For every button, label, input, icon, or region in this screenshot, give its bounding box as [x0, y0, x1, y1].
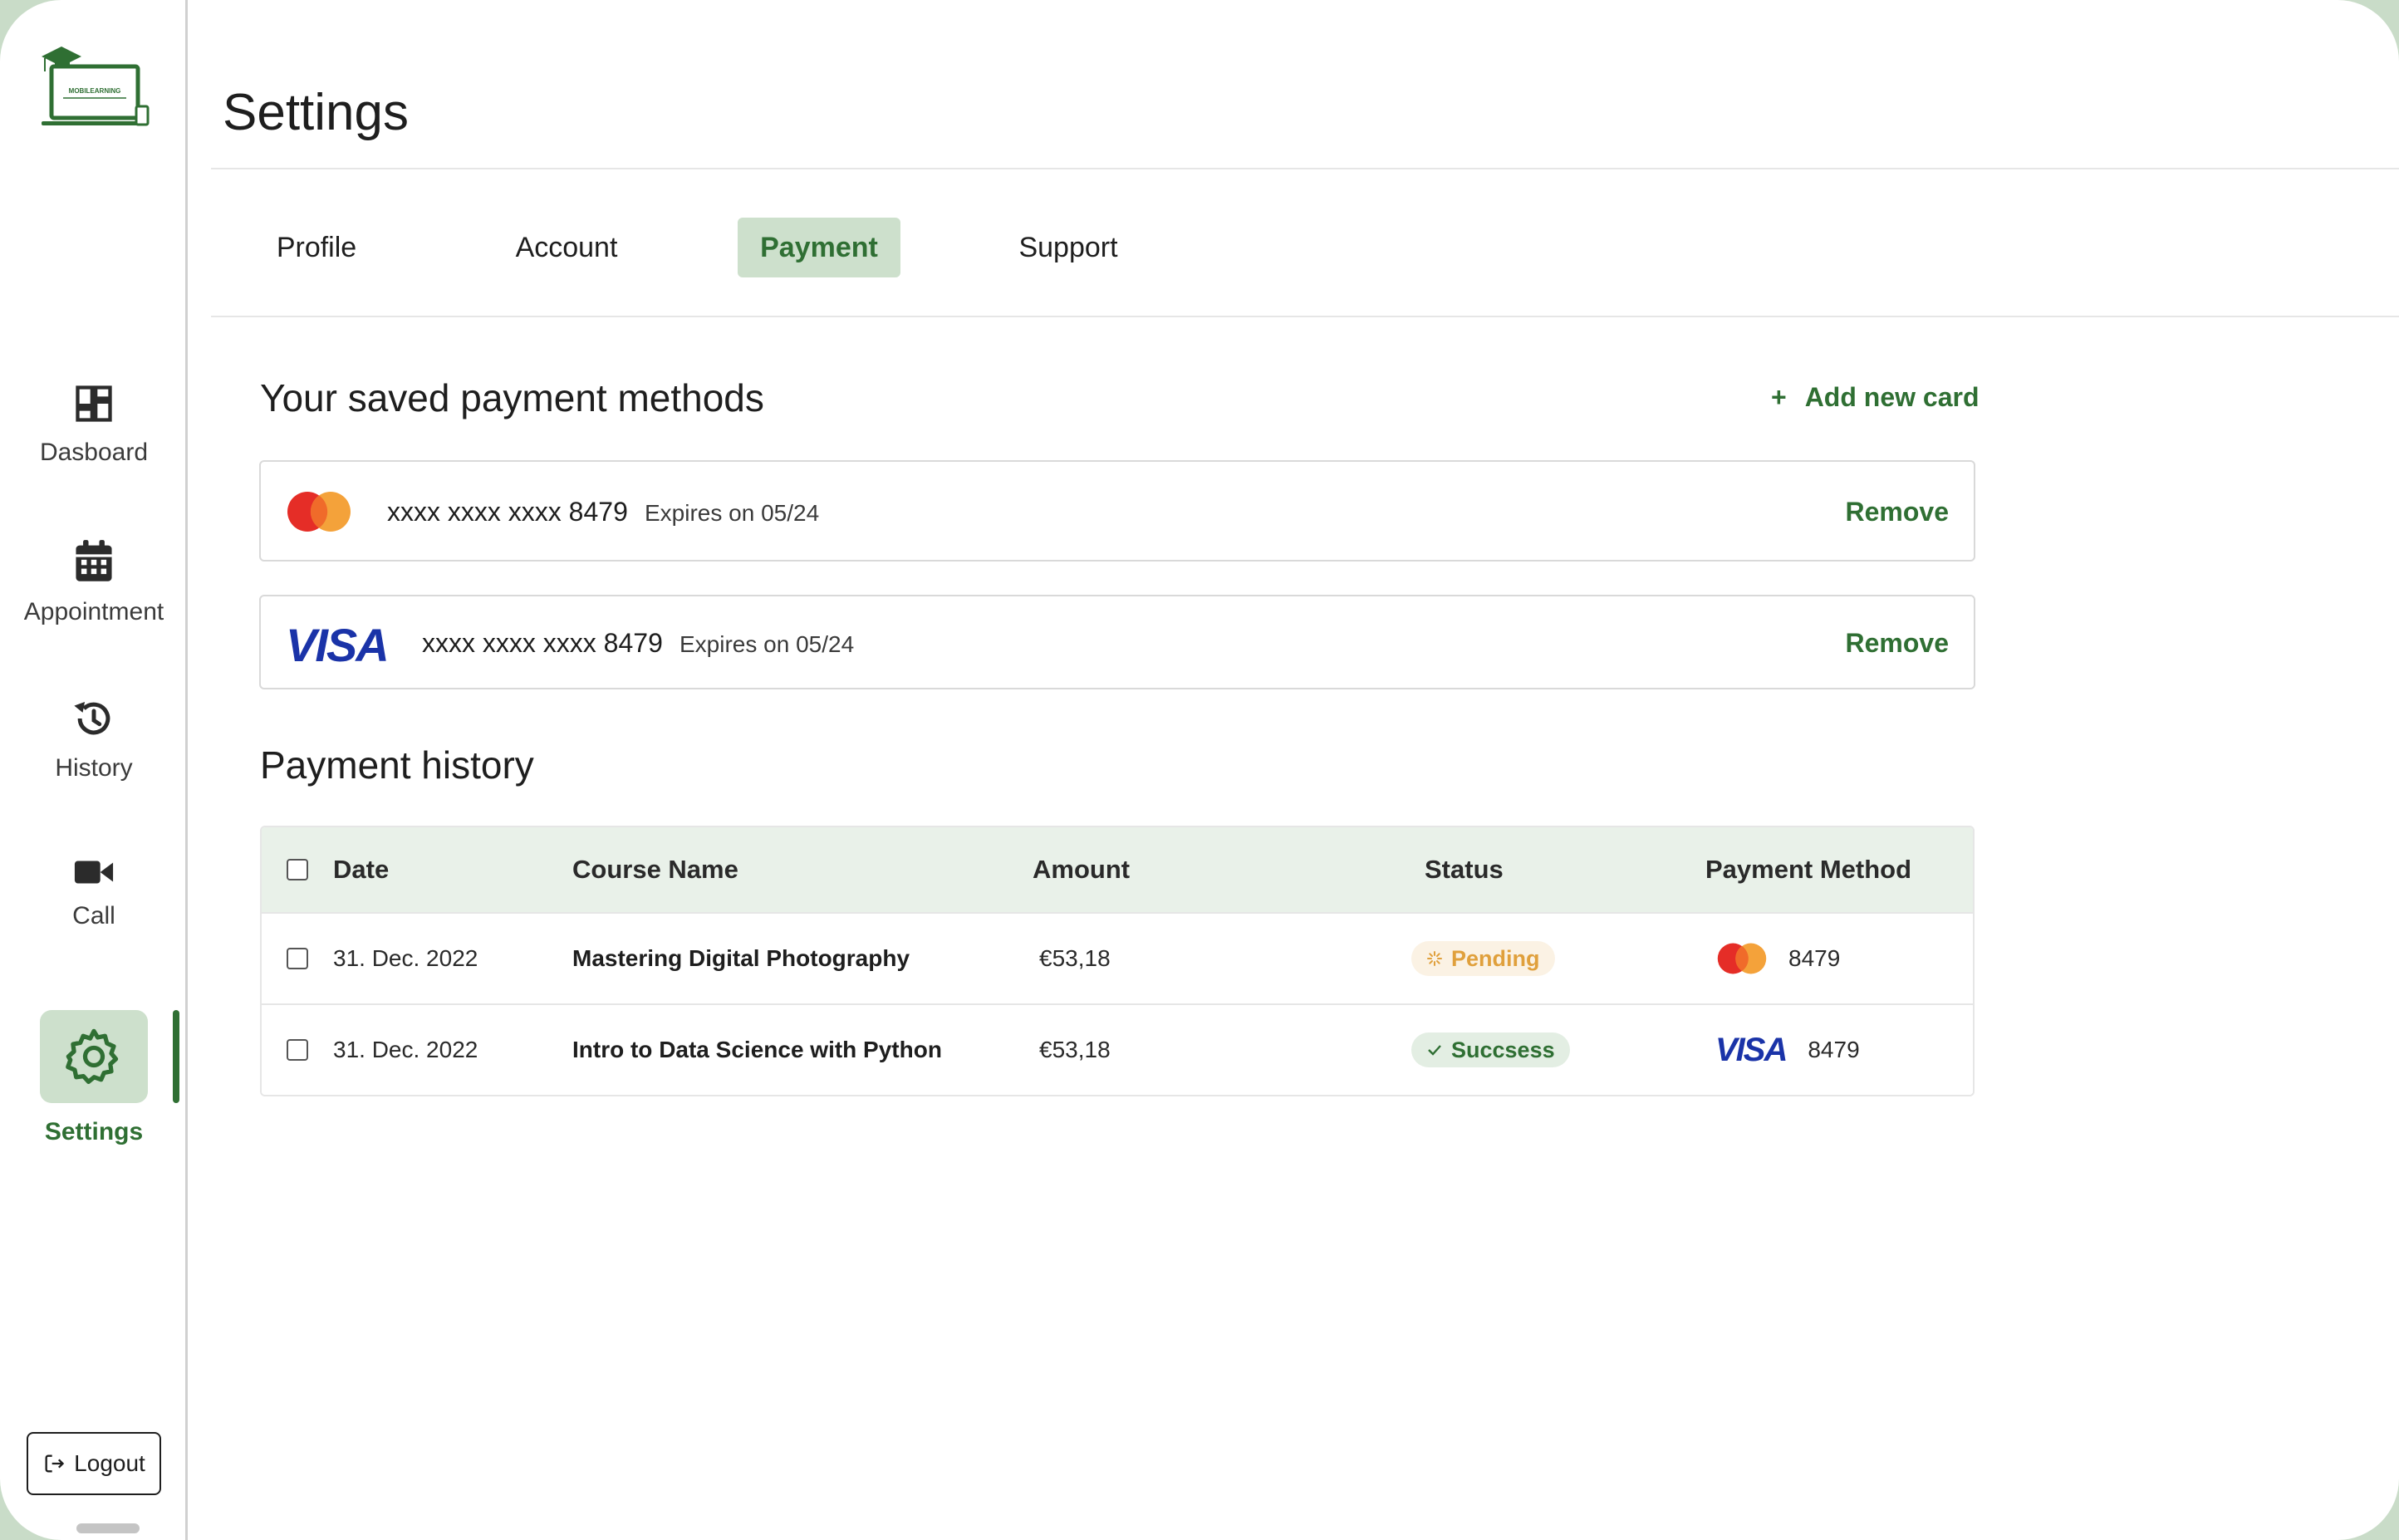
sidebar-item-settings[interactable]: Settings [0, 1010, 188, 1146]
payment-history-title: Payment history [260, 743, 534, 787]
select-all-checkbox[interactable] [287, 859, 308, 880]
saved-card-mastercard: xxxx xxxx xxxx 8479 Expires on 05/24 Rem… [259, 460, 1975, 562]
calendar-icon [76, 540, 112, 581]
card-number: xxxx xxxx xxxx 8479 [387, 497, 628, 527]
tabs-divider [211, 316, 2399, 317]
payment-history-table: Date Course Name Amount Status Payment M… [260, 826, 1975, 1096]
column-header-date: Date [333, 855, 390, 884]
add-new-card-label: Add new card [1804, 382, 1980, 412]
status-label: Succsess [1451, 1037, 1555, 1062]
visa-logo-icon: VISA [1715, 1031, 1788, 1068]
sidebar-item-dashboard[interactable]: Dasboard [0, 382, 188, 467]
row-card-last4: 8479 [1788, 945, 1841, 971]
plus-icon: + [1771, 382, 1787, 412]
saved-card-visa: VISA xxxx xxxx xxxx 8479 Expires on 05/2… [259, 595, 1975, 689]
row-amount: €53,18 [1039, 945, 1111, 971]
logo-text: MOBILEARNING [69, 87, 121, 95]
row-checkbox[interactable] [287, 948, 308, 969]
status-label: Pending [1451, 945, 1540, 971]
table-row[interactable]: 31. Dec. 2022 Mastering Digital Photogra… [262, 912, 1973, 1003]
sidebar-item-call[interactable]: Call [0, 856, 188, 930]
mastercard-icon [287, 492, 351, 532]
loading-icon [1427, 951, 1442, 966]
row-date: 31. Dec. 2022 [333, 945, 478, 971]
home-indicator [76, 1523, 140, 1533]
row-card-last4: 8479 [1808, 1037, 1860, 1062]
table-row[interactable]: 31. Dec. 2022 Intro to Data Science with… [262, 1003, 1973, 1095]
dashboard-icon [76, 385, 112, 422]
tab-account[interactable]: Account [500, 218, 633, 277]
checkmark-icon [1428, 1045, 1441, 1056]
logout-label: Logout [74, 1450, 145, 1476]
column-header-course: Course Name [572, 855, 738, 884]
status-badge-pending: Pending [1411, 941, 1555, 976]
app-window: MOBILEARNING Dasboard Appointment Histor… [0, 0, 2399, 1540]
column-header-payment-method: Payment Method [1705, 855, 1912, 884]
remove-card-button[interactable]: Remove [1846, 497, 1950, 527]
history-icon [74, 701, 110, 735]
sidebar-item-label: Dasboard [39, 439, 149, 466]
sidebar-item-label: Call [72, 902, 115, 929]
row-checkbox[interactable] [287, 1039, 308, 1061]
card-expiry: Expires on 05/24 [679, 631, 855, 657]
row-course-name: Intro to Data Science with Python [572, 1037, 942, 1062]
gear-icon [66, 1028, 119, 1084]
status-badge-success: Succsess [1411, 1032, 1570, 1067]
sidebar-item-label: History [55, 754, 133, 782]
row-amount: €53,18 [1039, 1037, 1111, 1062]
video-camera-icon [74, 861, 114, 884]
row-course-name: Mastering Digital Photography [572, 945, 910, 971]
sidebar-item-appointment[interactable]: Appointment [0, 538, 188, 626]
tab-profile[interactable]: Profile [261, 218, 372, 277]
card-number: xxxx xxxx xxxx 8479 [422, 628, 663, 658]
visa-logo-icon: VISA [286, 619, 390, 671]
app-logo: MOBILEARNING [38, 45, 155, 131]
settings-icon-box [40, 1010, 148, 1103]
column-header-amount: Amount [1033, 855, 1131, 884]
sidebar: MOBILEARNING Dasboard Appointment Histor… [0, 0, 188, 1540]
page-title: Settings [223, 84, 410, 141]
logout-icon [45, 1454, 65, 1473]
tab-support[interactable]: Support [1007, 218, 1130, 277]
saved-methods-title: Your saved payment methods [260, 376, 764, 419]
sidebar-item-label: Appointment [23, 598, 164, 625]
header-divider [211, 168, 2399, 169]
sidebar-item-label: Settings [44, 1118, 144, 1145]
active-indicator [173, 1010, 179, 1103]
card-expiry: Expires on 05/24 [645, 500, 820, 526]
tab-payment[interactable]: Payment [738, 218, 900, 277]
add-new-card-button[interactable]: + Add new card [1771, 382, 1980, 413]
sidebar-item-history[interactable]: History [0, 696, 188, 782]
logout-button[interactable]: Logout [27, 1432, 161, 1495]
row-date: 31. Dec. 2022 [333, 1037, 478, 1062]
mastercard-icon [1717, 943, 1767, 974]
remove-card-button[interactable]: Remove [1846, 628, 1950, 659]
column-header-status: Status [1425, 855, 1504, 884]
table-header: Date Course Name Amount Status Payment M… [262, 827, 1973, 912]
